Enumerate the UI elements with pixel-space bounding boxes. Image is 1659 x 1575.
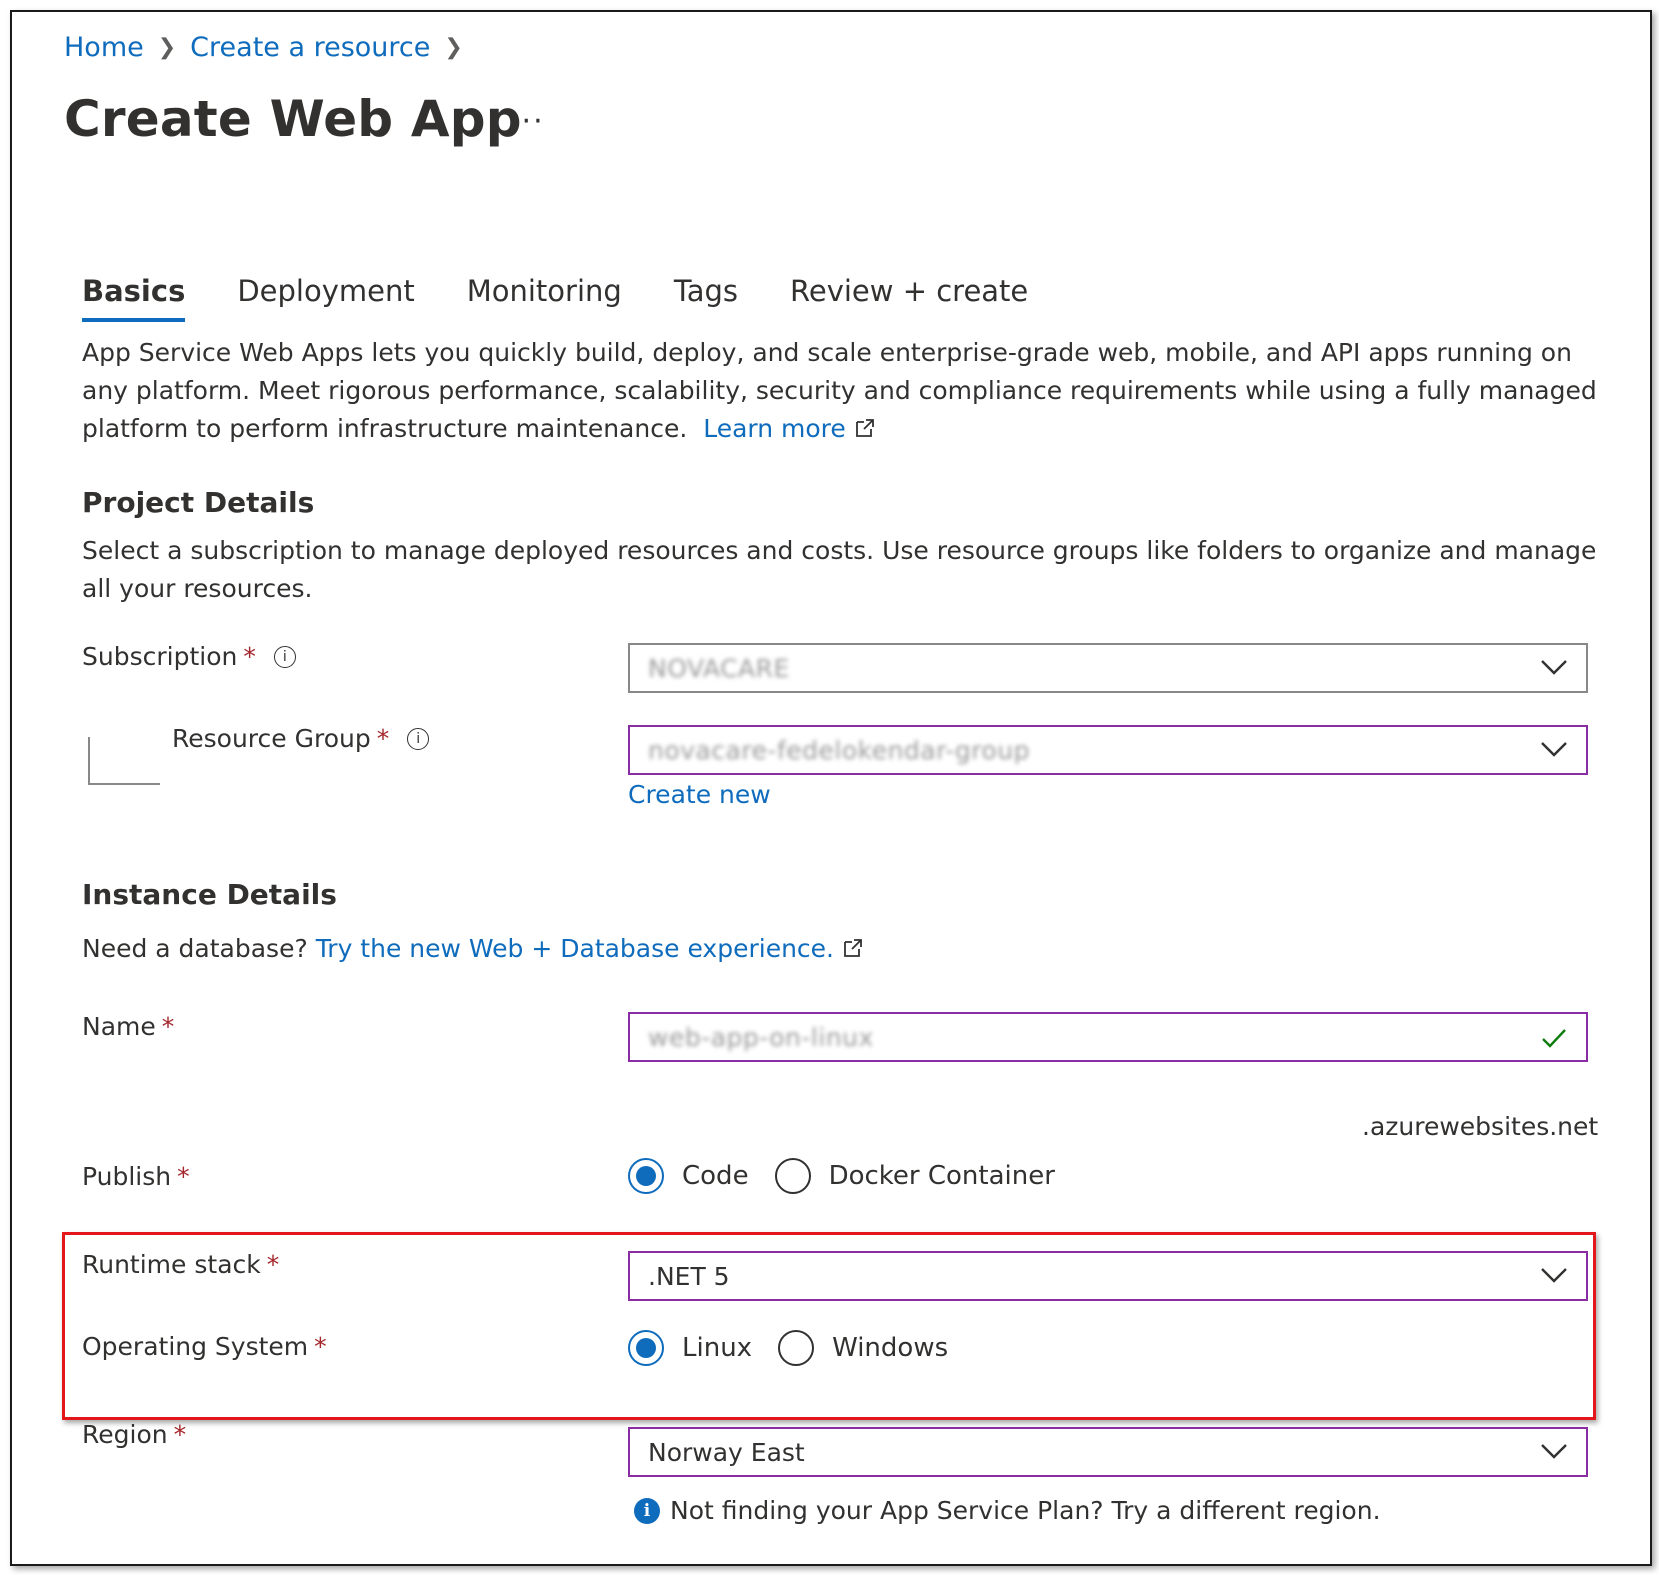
resource-group-label-text: Resource Group	[172, 724, 371, 753]
subscription-dropdown[interactable]: NOVACARE	[628, 643, 1588, 693]
os-linux-radio[interactable]	[628, 1330, 664, 1366]
required-asterisk: *	[314, 1332, 327, 1361]
checkmark-icon	[1542, 1029, 1566, 1048]
app-window: Home ❯ Create a resource ❯ Create Web Ap…	[10, 10, 1652, 1566]
runtime-stack-label: Runtime stack *	[82, 1250, 279, 1279]
tab-deployment[interactable]: Deployment	[237, 274, 414, 322]
breadcrumb-home[interactable]: Home	[64, 32, 144, 63]
publish-code-radio[interactable]	[628, 1158, 664, 1194]
required-asterisk: *	[161, 1012, 175, 1041]
project-details-heading: Project Details	[82, 486, 315, 519]
external-link-icon	[855, 419, 874, 437]
database-prompt: Need a database? Try the new Web + Datab…	[82, 934, 864, 963]
tab-review-create[interactable]: Review + create	[790, 274, 1028, 322]
required-asterisk: *	[243, 642, 256, 671]
name-value: web-app-on-linux	[648, 1022, 874, 1052]
info-filled-icon: i	[634, 1497, 660, 1524]
required-asterisk: *	[376, 724, 390, 753]
operating-system-label-text: Operating System	[82, 1332, 309, 1361]
publish-radio-group: Code Docker Container	[628, 1158, 1081, 1194]
project-description: Select a subscription to manage deployed…	[82, 536, 1597, 603]
web-database-link[interactable]: Try the new Web + Database experience.	[316, 934, 834, 963]
tree-connector-horizontal	[88, 783, 160, 785]
os-linux-label[interactable]: Linux	[682, 1333, 752, 1363]
name-label-text: Name	[82, 1012, 156, 1041]
os-windows-label[interactable]: Windows	[832, 1333, 948, 1363]
publish-docker-label[interactable]: Docker Container	[829, 1161, 1055, 1191]
subscription-value: NOVACARE	[648, 653, 790, 683]
region-dropdown[interactable]: Norway East	[628, 1427, 1588, 1477]
required-asterisk: *	[173, 1420, 187, 1449]
os-windows-radio[interactable]	[778, 1330, 815, 1366]
required-asterisk: *	[177, 1162, 190, 1191]
tab-basics[interactable]: Basics	[82, 274, 186, 322]
page-title: Create Web App	[64, 90, 522, 148]
chevron-down-icon	[1541, 1444, 1567, 1459]
breadcrumb-create-resource[interactable]: Create a resource	[190, 32, 430, 63]
required-asterisk: *	[266, 1250, 280, 1279]
info-icon[interactable]: i	[407, 727, 430, 750]
os-radio-group: Linux Windows	[628, 1330, 974, 1366]
instance-details-heading: Instance Details	[82, 878, 337, 911]
tree-connector-vertical	[88, 737, 90, 783]
name-input[interactable]: web-app-on-linux	[628, 1012, 1588, 1062]
resource-group-label: Resource Group * i	[172, 724, 430, 753]
tab-tags[interactable]: Tags	[674, 274, 738, 322]
publish-label: Publish *	[82, 1162, 190, 1191]
region-label-text: Region	[82, 1420, 168, 1449]
tab-bar: Basics Deployment Monitoring Tags Review…	[82, 274, 1080, 322]
runtime-stack-label-text: Runtime stack	[82, 1250, 261, 1279]
subscription-label-text: Subscription	[82, 642, 238, 671]
region-label: Region *	[82, 1420, 186, 1449]
create-new-link[interactable]: Create new	[628, 780, 771, 809]
publish-label-text: Publish	[82, 1162, 172, 1191]
resource-group-value: novacare-fedelokendar-group	[648, 735, 1030, 765]
learn-more-link[interactable]: Learn more	[703, 414, 846, 443]
info-icon[interactable]: i	[273, 645, 296, 668]
breadcrumb: Home ❯ Create a resource ❯	[64, 32, 477, 63]
publish-code-label[interactable]: Code	[682, 1161, 749, 1191]
region-value: Norway East	[648, 1437, 805, 1467]
name-label: Name *	[82, 1012, 174, 1041]
domain-suffix: .azurewebsites.net	[1362, 1112, 1599, 1141]
chevron-down-icon	[1541, 742, 1567, 757]
more-options-icon[interactable]: ···	[510, 104, 545, 139]
runtime-stack-dropdown[interactable]: .NET 5	[628, 1251, 1588, 1301]
subscription-label: Subscription * i	[82, 642, 296, 671]
region-hint: i Not finding your App Service Plan? Try…	[634, 1496, 1381, 1525]
external-link-icon	[844, 939, 862, 957]
region-hint-text: Not finding your App Service Plan? Try a…	[670, 1496, 1381, 1525]
runtime-stack-value: .NET 5	[648, 1261, 730, 1291]
chevron-right-icon: ❯	[157, 35, 177, 60]
publish-docker-radio[interactable]	[774, 1158, 811, 1194]
database-prompt-text: Need a database?	[82, 934, 308, 963]
chevron-down-icon	[1541, 1268, 1567, 1283]
chevron-right-icon: ❯	[444, 35, 463, 60]
chevron-down-icon	[1541, 660, 1567, 675]
tab-monitoring[interactable]: Monitoring	[467, 274, 622, 322]
intro-paragraph: App Service Web Apps lets you quickly bu…	[82, 334, 1602, 448]
resource-group-dropdown[interactable]: novacare-fedelokendar-group	[628, 725, 1588, 775]
operating-system-label: Operating System *	[82, 1332, 327, 1361]
